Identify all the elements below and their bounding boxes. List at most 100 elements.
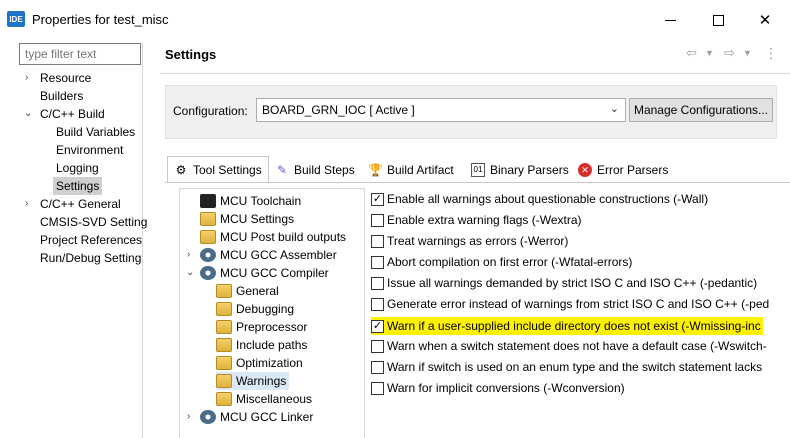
option-label: Warn if a user-supplied include director… <box>387 319 761 333</box>
configuration-value: BOARD_GRN_IOC [ Active ] <box>262 103 415 117</box>
configuration-select[interactable]: BOARD_GRN_IOC [ Active ] ⌄ <box>256 98 626 122</box>
chevron-down-icon[interactable]: ⌄ <box>186 267 194 278</box>
option-label: Warn if switch is used on an enum type a… <box>387 360 763 374</box>
tree-item-label: Warnings <box>236 374 287 388</box>
tab-tool-settings[interactable]: ⚙ Tool Settings <box>171 158 262 182</box>
warning-option-wswitch-default[interactable]: Warn when a switch statement does not ha… <box>371 337 790 355</box>
checkbox[interactable] <box>371 214 384 227</box>
minimize-button[interactable] <box>657 8 683 32</box>
tab-label: Build Artifact <box>387 163 454 177</box>
tree-item-label: MCU Post build outputs <box>220 230 347 244</box>
checkbox[interactable] <box>371 298 384 311</box>
tree-item-label: MCU GCC Linker <box>220 410 314 424</box>
back-menu-chevron-icon[interactable]: ▼ <box>705 48 714 58</box>
checkbox[interactable]: ✓ <box>371 320 384 333</box>
history-nav: ⇦ ▼ ⇨ ▼ ⋮ <box>686 45 778 65</box>
tool-gear-icon <box>200 248 216 262</box>
nav-item-builders[interactable]: Builders <box>40 87 83 105</box>
tree-item-warnings[interactable]: Warnings <box>216 372 290 390</box>
folder-icon <box>200 230 216 244</box>
option-label: Abort compilation on first error (-Wfata… <box>387 255 633 269</box>
folder-icon <box>216 374 232 388</box>
ide-app-icon: IDE <box>7 11 25 27</box>
tree-item-label: Include paths <box>236 338 308 352</box>
tab-build-steps[interactable]: ✎ Build Steps <box>272 158 355 182</box>
nav-item-project-references[interactable]: Project References <box>40 231 142 249</box>
option-label: Generate error instead of warnings from … <box>387 297 770 311</box>
nav-item-cpp-build[interactable]: C/C++ Build <box>40 105 105 123</box>
option-label: Enable all warnings about questionable c… <box>387 192 709 206</box>
toolchain-icon <box>200 194 216 208</box>
checkbox[interactable] <box>371 235 384 248</box>
forward-menu-chevron-icon[interactable]: ▼ <box>743 48 752 58</box>
chevron-right-icon[interactable]: › <box>187 249 190 260</box>
chevron-down-icon: ⌄ <box>609 103 619 115</box>
filter-input[interactable] <box>19 43 141 65</box>
error-parsers-icon: ✕ <box>578 163 592 177</box>
nav-item-settings[interactable]: Settings <box>53 177 103 195</box>
close-button[interactable]: ✕ <box>752 8 778 32</box>
tab-strip-divider <box>165 182 790 183</box>
tab-binary-parsers[interactable]: 01 Binary Parsers <box>468 158 569 182</box>
tree-item-preprocessor[interactable]: Preprocessor <box>216 318 307 336</box>
chevron-right-icon[interactable]: › <box>25 72 28 83</box>
tree-item-gcc-compiler[interactable]: MCU GCC Compiler <box>200 264 329 282</box>
checkbox[interactable]: ✓ <box>371 193 384 206</box>
chevron-right-icon[interactable]: › <box>187 411 190 422</box>
tool-settings-icon: ⚙ <box>175 163 187 177</box>
tree-item-gcc-linker[interactable]: MCU GCC Linker <box>200 408 313 426</box>
page-title: Settings <box>165 47 217 62</box>
tree-item-label: Debugging <box>236 302 295 316</box>
more-options-icon[interactable]: ⋮ <box>764 45 778 62</box>
tree-item-include-paths[interactable]: Include paths <box>216 336 307 354</box>
nav-item-cmsis-svd[interactable]: CMSIS-SVD Setting <box>40 213 147 231</box>
nav-item-resource[interactable]: Resource <box>40 69 91 87</box>
nav-item-environment[interactable]: Environment <box>56 141 123 159</box>
configuration-label: Configuration: <box>173 104 248 118</box>
tree-item-mcu-toolchain[interactable]: MCU Toolchain <box>200 192 301 210</box>
option-label: Warn for implicit conversions (-Wconvers… <box>387 381 625 395</box>
tree-item-label: MCU GCC Compiler <box>220 266 329 280</box>
chevron-right-icon[interactable]: › <box>25 198 28 209</box>
nav-item-build-variables[interactable]: Build Variables <box>56 123 135 141</box>
tab-label: Tool Settings <box>193 163 262 177</box>
manage-configurations-button[interactable]: Manage Configurations... <box>629 98 773 122</box>
warning-option-wswitch-enum[interactable]: Warn if switch is used on an enum type a… <box>371 358 790 376</box>
forward-arrow-icon[interactable]: ⇨ <box>724 45 735 61</box>
tree-item-label: Optimization <box>236 356 303 370</box>
tree-item-mcu-settings[interactable]: MCU Settings <box>200 210 294 228</box>
tree-item-label: Preprocessor <box>236 320 308 334</box>
checkbox[interactable] <box>371 256 384 269</box>
tree-item-label: General <box>236 284 279 298</box>
warning-option-wmissing-include-dirs[interactable]: ✓ Warn if a user-supplied include directo… <box>371 317 790 335</box>
header-divider <box>160 73 790 74</box>
title-bar: IDE Properties for test_misc ✕ <box>0 0 790 40</box>
tab-error-parsers[interactable]: ✕ Error Parsers <box>575 158 668 182</box>
nav-item-logging[interactable]: Logging <box>56 159 99 177</box>
checkbox[interactable] <box>371 277 384 290</box>
tree-item-gcc-assembler[interactable]: MCU GCC Assembler <box>200 246 337 264</box>
warning-option-pedantic-errors[interactable]: Generate error instead of warnings from … <box>371 295 790 313</box>
option-label: Enable extra warning flags (-Wextra) <box>387 213 582 227</box>
build-steps-icon: ✎ <box>276 163 288 177</box>
tree-item-miscellaneous[interactable]: Miscellaneous <box>216 390 312 408</box>
tree-item-mcu-post-build[interactable]: MCU Post build outputs <box>200 228 346 246</box>
back-arrow-icon[interactable]: ⇦ <box>686 45 697 61</box>
tree-item-debugging[interactable]: Debugging <box>216 300 294 318</box>
chevron-down-icon[interactable]: ⌄ <box>24 108 32 119</box>
folder-icon <box>216 392 232 406</box>
checkbox[interactable] <box>371 361 384 374</box>
folder-icon <box>216 338 232 352</box>
tab-build-artifact[interactable]: 🏆 Build Artifact <box>365 158 454 182</box>
build-artifact-icon: 🏆 <box>368 163 383 177</box>
checkbox[interactable] <box>371 340 384 353</box>
tree-item-optimization[interactable]: Optimization <box>216 354 303 372</box>
tree-item-general[interactable]: General <box>216 282 279 300</box>
folder-icon <box>216 356 232 370</box>
nav-item-cpp-general[interactable]: C/C++ General <box>40 195 121 213</box>
maximize-button[interactable] <box>705 8 731 32</box>
checkbox[interactable] <box>371 382 384 395</box>
option-label: Issue all warnings demanded by strict IS… <box>387 276 758 290</box>
tree-item-label: MCU GCC Assembler <box>220 248 337 262</box>
nav-item-run-debug[interactable]: Run/Debug Setting <box>40 249 141 267</box>
